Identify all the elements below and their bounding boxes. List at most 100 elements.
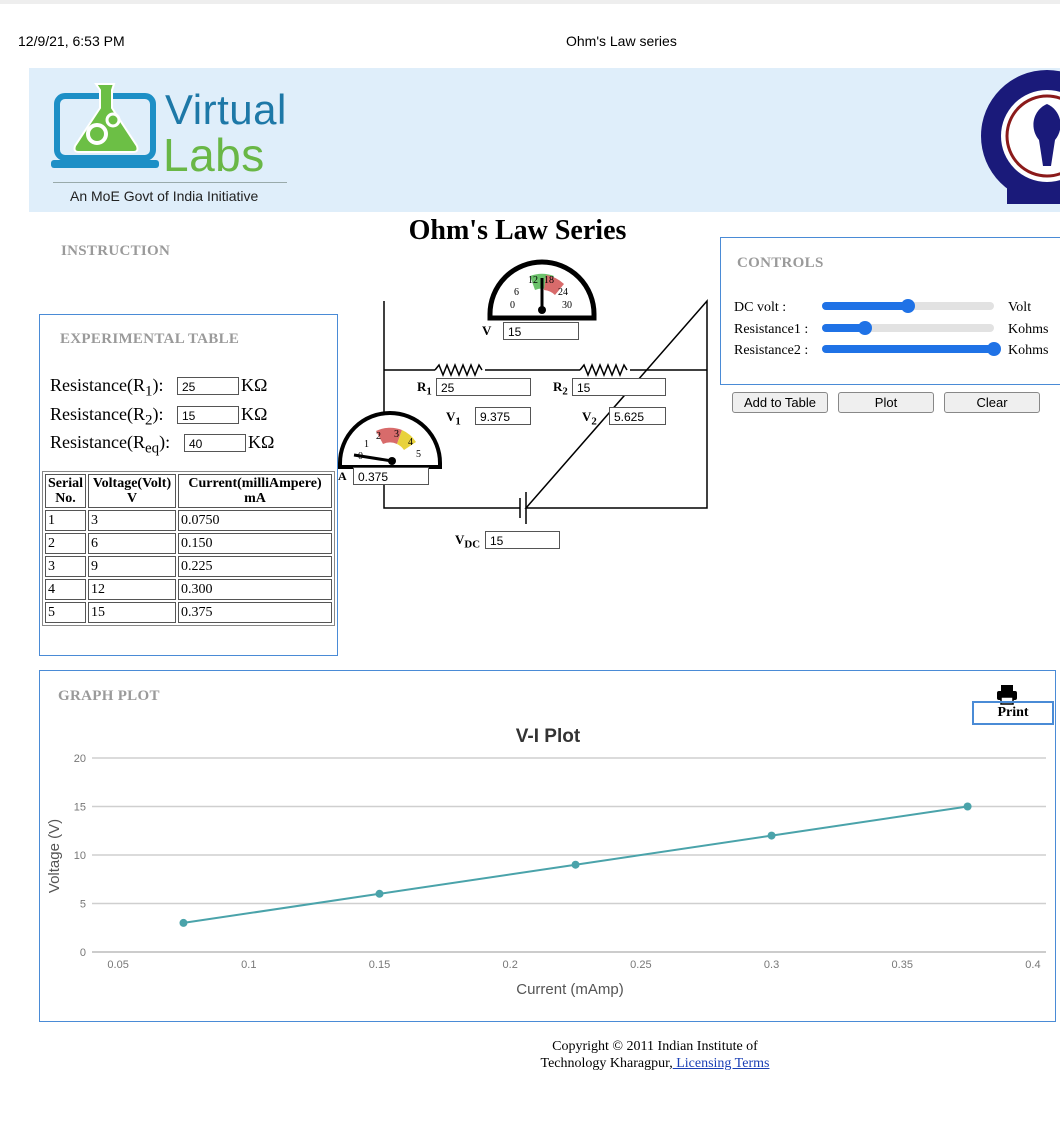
serial-cell: 2 [45, 533, 86, 554]
r2-circuit-label-sub: 2 [562, 385, 568, 398]
x-tick-label: 0.25 [630, 959, 651, 971]
ammeter-scale-0: 0 [358, 451, 363, 462]
header-serial: Serial No. [45, 474, 86, 508]
vdc-label-text: V [455, 532, 465, 547]
virtual-labs-logo-icon[interactable] [51, 82, 163, 170]
data-point [571, 860, 580, 869]
dc-volt-slider[interactable] [822, 299, 994, 313]
current-cell: 0.375 [178, 602, 332, 623]
r1-circuit-label-sub: 1 [426, 385, 432, 398]
resistance1-unit: Kohms [1008, 322, 1049, 337]
r1-circuit-field[interactable]: 25 [436, 378, 531, 396]
v2-label-sub: 2 [591, 415, 597, 428]
voltage-cell: 6 [88, 533, 176, 554]
current-cell: 0.225 [178, 556, 332, 577]
add-to-table-button[interactable]: Add to Table [732, 392, 828, 413]
header-current: Current(milliAmpere) mA [178, 474, 332, 508]
voltmeter-field[interactable]: 15 [503, 322, 579, 340]
ammeter-label: A [338, 469, 347, 483]
instruction-link[interactable]: INSTRUCTION [61, 243, 170, 260]
brand-labs: Labs [163, 129, 265, 181]
ammeter-scale-4: 4 [408, 437, 413, 448]
dc-volt-slider-thumb[interactable] [901, 299, 915, 313]
dc-volt-label: DC volt : [734, 300, 787, 315]
ammeter-gauge: 0 1 2 3 4 5 [338, 411, 442, 469]
x-tick-label: 0.3 [764, 959, 779, 971]
controls-label: CONTROLS [737, 255, 824, 271]
r2-label: Resistance(R [50, 404, 145, 424]
data-point [767, 831, 776, 840]
resistance2-unit: Kohms [1008, 343, 1049, 358]
chart-y-axis-label: Voltage (V) [46, 819, 63, 893]
r1-label: Resistance(R [50, 375, 145, 395]
r1-circuit-label-text: R [417, 379, 427, 394]
voltmeter-scale-24: 24 [558, 287, 568, 298]
x-tick-label: 0.4 [1025, 959, 1040, 971]
experimental-table-panel: EXPERIMENTAL TABLE Resistance(R1): 25 KΩ… [39, 314, 338, 656]
y-tick-label: 10 [74, 850, 86, 862]
table-row: 5 15 0.375 [45, 602, 332, 623]
resistance2-slider[interactable] [822, 342, 1001, 356]
x-tick-label: 0.1 [241, 959, 256, 971]
data-point [375, 889, 384, 898]
vdc-label-sub: DC [464, 538, 481, 551]
r1-field[interactable]: 25 [177, 377, 239, 395]
resistance2-slider-thumb[interactable] [987, 342, 1001, 356]
r2-label-close: ): [152, 404, 164, 424]
print-title: Ohm's Law series [566, 33, 677, 49]
brand-virtual: Virtual [165, 86, 287, 133]
data-point [963, 802, 972, 811]
table-row: 4 12 0.300 [45, 579, 332, 600]
r2-circuit-field[interactable]: 15 [572, 378, 666, 396]
resistance1-slider[interactable] [822, 321, 994, 335]
copyright-line-1: Copyright © 2011 Indian Institute of [552, 1039, 758, 1054]
experimental-data-table: Serial No. Voltage(Volt) V Current(milli… [42, 471, 335, 626]
v2-field[interactable]: 5.625 [609, 407, 666, 425]
r2-row: Resistance(R2): [50, 404, 163, 430]
circuit-diagram: 0 6 12 18 24 30 0 1 2 3 4 5 [338, 259, 708, 524]
r2-field[interactable]: 15 [177, 406, 239, 424]
data-point [179, 918, 188, 927]
vdc-label: VDC [455, 532, 480, 551]
x-tick-label: 0.15 [369, 959, 390, 971]
resistance2-label: Resistance2 : [734, 343, 809, 358]
req-label-sub: eq [144, 440, 160, 457]
req-label-close: ): [159, 432, 171, 452]
dc-volt-unit: Volt [1008, 300, 1032, 315]
v1-field[interactable]: 9.375 [475, 407, 531, 425]
header-banner: Virtual Labs An MoE Govt of India Initia… [29, 68, 1060, 212]
table-row: 3 9 0.225 [45, 556, 332, 577]
copyright-line-2-text: Technology Kharagpur, [540, 1056, 673, 1071]
current-cell: 0.150 [178, 533, 332, 554]
page-title: Ohm's Law Series [408, 215, 627, 246]
y-tick-label: 20 [74, 753, 86, 765]
ammeter-field[interactable]: 0.375 [353, 467, 429, 485]
serial-cell: 4 [45, 579, 86, 600]
footer-copyright: Copyright © 2011 Indian Institute of Tec… [500, 1038, 810, 1072]
plot-button[interactable]: Plot [838, 392, 934, 413]
graph-plot-label: GRAPH PLOT [58, 688, 160, 704]
clear-button[interactable]: Clear [944, 392, 1040, 413]
req-field[interactable]: 40 [184, 434, 246, 452]
voltmeter-scale-18: 18 [544, 275, 554, 286]
chart-x-ticks: 0.05 0.1 0.15 0.2 0.25 0.3 0.35 0.4 [107, 959, 1040, 971]
vdc-field[interactable]: 15 [485, 531, 560, 549]
r1-label-close: ): [152, 375, 164, 395]
serial-cell: 3 [45, 556, 86, 577]
r2-circuit-label: R2 [553, 379, 568, 398]
table-row: 2 6 0.150 [45, 533, 332, 554]
chart-y-ticks: 0 5 10 15 20 [74, 753, 86, 959]
y-tick-label: 0 [80, 947, 86, 959]
v1-label-sub: 1 [455, 415, 461, 428]
brand-divider [53, 182, 287, 183]
serial-cell: 5 [45, 602, 86, 623]
resistance1-slider-thumb[interactable] [858, 321, 872, 335]
voltmeter-scale-0: 0 [510, 300, 515, 311]
copyright-line-2: Technology Kharagpur, Licensing Terms [500, 1055, 810, 1072]
licensing-terms-link[interactable]: Licensing Terms [673, 1056, 769, 1071]
experimental-table-label: EXPERIMENTAL TABLE [60, 331, 240, 347]
chart-x-axis-label: Current (mAmp) [516, 981, 624, 998]
iit-kharagpur-emblem-icon[interactable] [973, 70, 1060, 210]
ammeter-scale-2: 2 [376, 431, 381, 442]
ammeter-scale-3: 3 [394, 429, 399, 440]
